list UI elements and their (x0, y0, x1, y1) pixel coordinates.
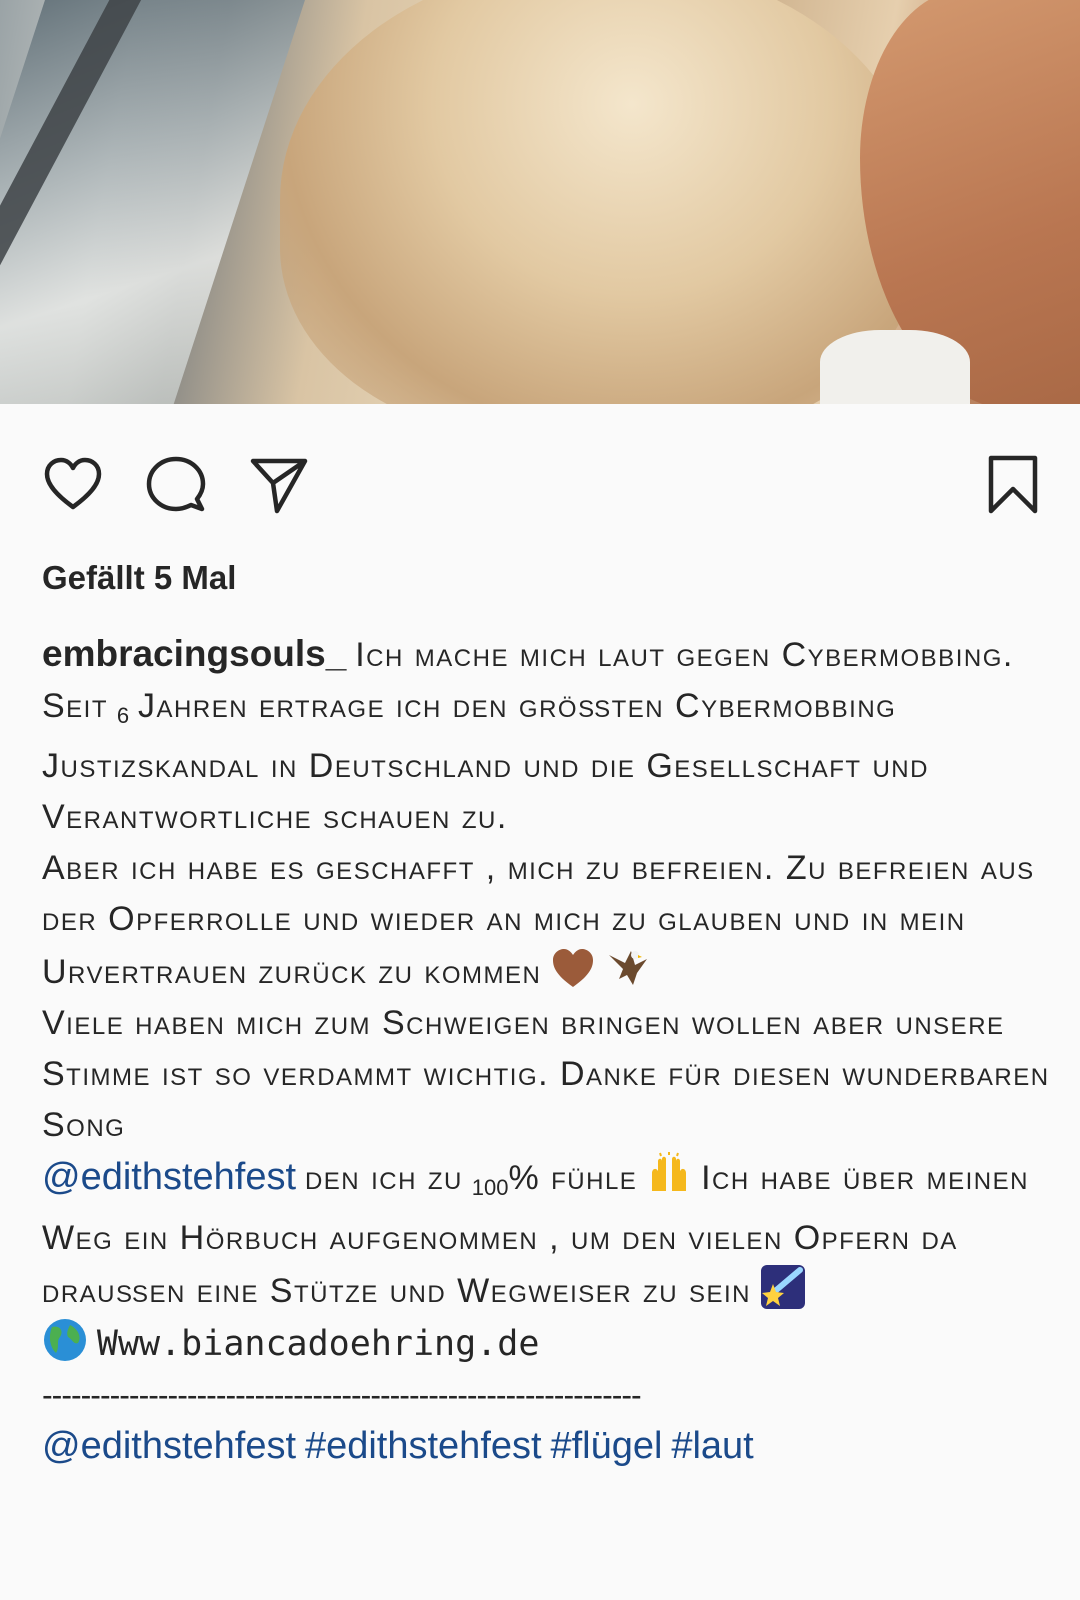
comment-button[interactable] (141, 450, 211, 520)
caption-text-5a: den ich zu (304, 1159, 463, 1197)
caption-text-5b: % fühle (508, 1159, 638, 1197)
caption-text-3: Aber ich habe es geschafft , mich zu bef… (42, 849, 1035, 991)
post-image[interactable] (0, 0, 1080, 404)
share-button[interactable] (244, 450, 314, 520)
car-window (0, 0, 309, 404)
comment-icon (146, 456, 206, 512)
post-action-bar (0, 450, 1080, 520)
hashtag-laut[interactable]: #laut (671, 1425, 753, 1467)
eagle-emoji (609, 951, 648, 985)
send-icon (250, 458, 308, 514)
mention-link-2[interactable]: @edithstehfest (42, 1425, 296, 1467)
heart-icon (44, 457, 102, 510)
hashtag-edithstehfest[interactable]: #edithstehfest (305, 1425, 542, 1467)
bookmark-icon (988, 455, 1038, 514)
username-link[interactable]: embracingsouls_ (42, 633, 346, 674)
globe-emoji (44, 1319, 86, 1361)
caption-text-2: Jahren ertrage ich den größten Cybermobb… (42, 687, 929, 836)
caption-number-100: 100 (471, 1175, 509, 1200)
brown-heart-emoji (553, 949, 594, 987)
mention-link[interactable]: @edithstehfest (42, 1156, 296, 1198)
white-shirt (820, 330, 970, 404)
caption-text-4: Viele haben mich zum Schweigen bringen w… (42, 1004, 1050, 1144)
caption-divider: ----------------------------------------… (42, 1377, 642, 1413)
like-count[interactable]: Gefällt 5 Mal (42, 559, 236, 597)
blonde-hair (280, 0, 920, 404)
caption-number-6: 6 (116, 703, 130, 728)
shooting-star-emoji (760, 1265, 805, 1309)
save-button[interactable] (978, 450, 1048, 520)
website-link[interactable]: Www.biancadoehring.de (97, 1324, 540, 1364)
like-button[interactable] (38, 450, 108, 520)
hashtag-fluegel[interactable]: #flügel (550, 1425, 662, 1467)
raising-hands-emoji (652, 1152, 687, 1191)
post-caption: embracingsouls_ Ich mache mich laut gege… (42, 628, 1052, 1473)
